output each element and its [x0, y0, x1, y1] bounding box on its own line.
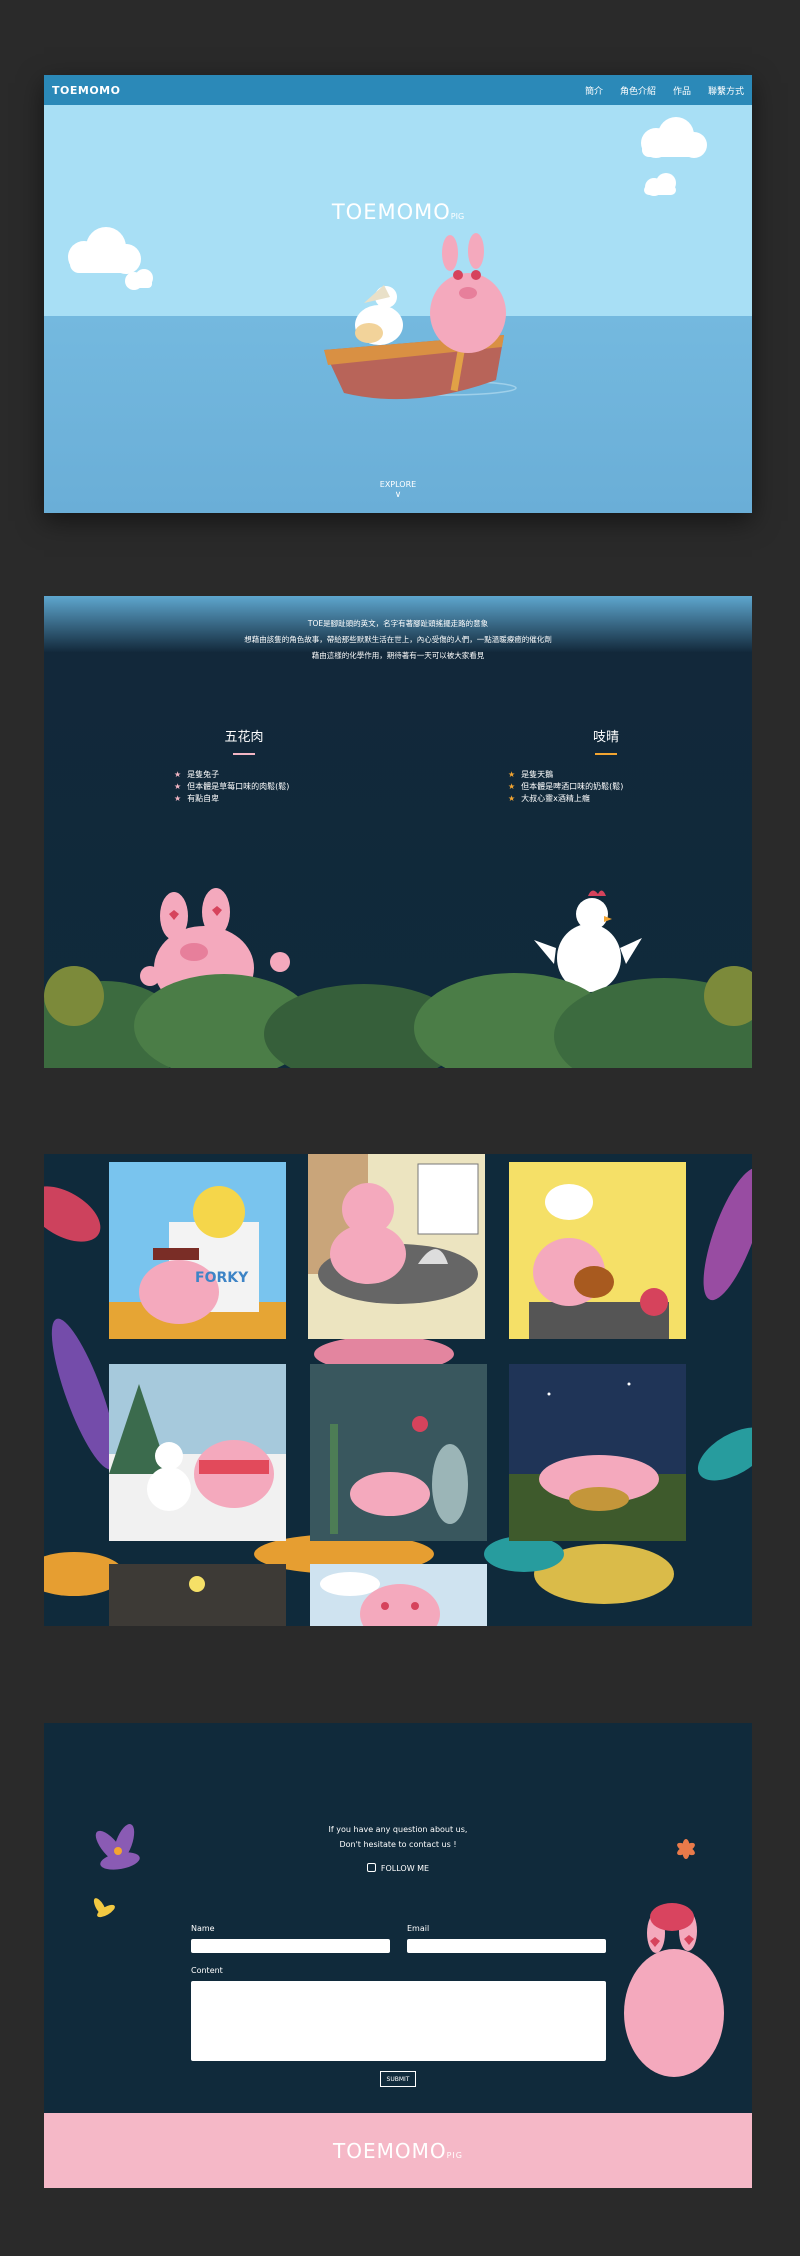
hero-section: TOEMOMO 簡介 角色介紹 作品 聯繫方式 TOEMOMOPIG EXPLO…	[44, 75, 752, 513]
name-input[interactable]	[191, 1939, 390, 1953]
gallery-section: FORKY	[44, 1154, 752, 1626]
snowman-artwork	[109, 1364, 286, 1511]
hero-illustration	[68, 117, 707, 400]
flower-yellow-icon	[93, 1898, 115, 1918]
forest-illustration	[44, 888, 752, 1068]
night-sleep-artwork	[509, 1382, 686, 1541]
email-input[interactable]	[407, 1939, 606, 1953]
cloud-right	[641, 117, 707, 196]
swan-character	[355, 285, 403, 345]
gallery-item-chef[interactable]	[509, 1162, 686, 1339]
hero-title-suffix: PIG	[450, 212, 465, 221]
chevron-down-icon: ∨	[394, 490, 402, 500]
content-label: Content	[191, 1966, 223, 1975]
hero-title: TOEMOMOPIG	[44, 200, 752, 224]
sunflower-artwork	[320, 1572, 440, 1626]
svg-text:FORKY: FORKY	[195, 1270, 249, 1286]
greenhouse-artwork	[310, 1364, 487, 1541]
explore-label: EXPLORE	[379, 480, 417, 489]
contact-message: If you have any question about us, Don't…	[44, 1822, 752, 1852]
cloud-left	[68, 227, 153, 290]
jelly-artwork	[308, 1154, 479, 1304]
gallery-item-night-sleep[interactable]	[509, 1364, 686, 1541]
footer-title: TOEMOMOPIG	[333, 2138, 463, 2163]
chef-artwork	[529, 1184, 669, 1339]
follow-label: FOLLOW ME	[380, 1864, 430, 1873]
gallery-item-lamp[interactable]	[109, 1564, 286, 1626]
gallery-item-forky[interactable]: FORKY	[109, 1162, 286, 1339]
contact-section: If you have any question about us, Don't…	[44, 1723, 752, 2188]
forky-artwork: FORKY	[109, 1186, 286, 1339]
contact-line: Don't hesitate to contact us !	[339, 1840, 457, 1849]
instagram-icon	[366, 1863, 376, 1872]
hero-title-text: TOEMOMO	[331, 200, 451, 224]
footer: TOEMOMOPIG	[44, 2113, 752, 2188]
content-textarea[interactable]	[191, 1981, 606, 2061]
lamp-artwork	[189, 1576, 205, 1592]
gallery-item-jelly[interactable]	[308, 1154, 485, 1339]
follow-link[interactable]: FOLLOW ME	[44, 1863, 752, 1873]
explore-button[interactable]: EXPLORE ∨	[44, 480, 752, 500]
email-label: Email	[407, 1924, 430, 1933]
pig-bunny-character	[624, 1903, 724, 2077]
name-label: Name	[191, 1924, 215, 1933]
pig-bunny-character	[430, 233, 506, 353]
gallery-item-greenhouse[interactable]	[310, 1364, 487, 1541]
characters-section: TOE是腳趾頭的英文，名字有著腳趾頭搖擺走路的意象 想藉由該隻的角色故事，帶給那…	[44, 596, 752, 1068]
gallery-item-snowman[interactable]	[109, 1364, 286, 1541]
contact-line: If you have any question about us,	[328, 1825, 468, 1834]
submit-button[interactable]: SUBMIT	[380, 2071, 416, 2087]
gallery-item-sunflower[interactable]	[310, 1564, 487, 1626]
